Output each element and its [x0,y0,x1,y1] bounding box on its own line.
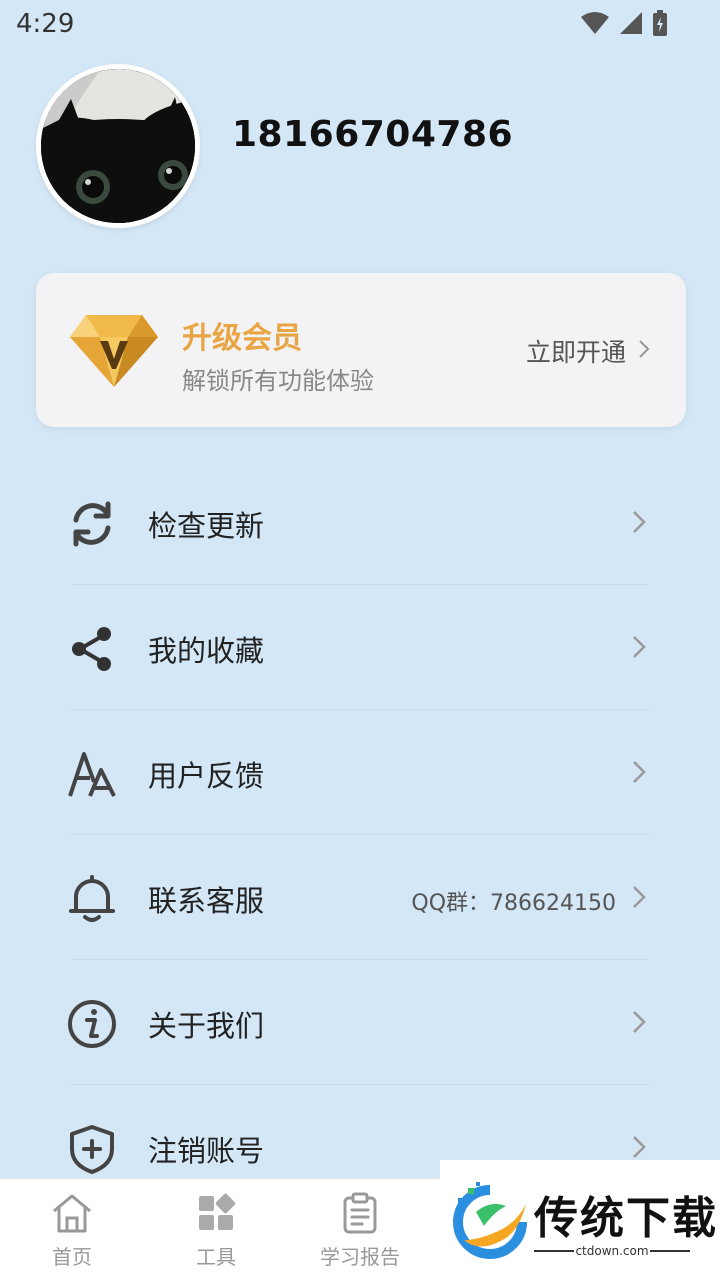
menu-item-favorites[interactable]: 我的收藏 [0,585,720,710]
nav-label: 首页 [52,1245,92,1269]
grid-icon [199,1193,236,1230]
status-icons [580,10,668,36]
menu-item-customer-service[interactable]: 联系客服 QQ群：786624150 [0,835,720,960]
nav-home[interactable]: 首页 [12,1191,132,1270]
vip-activate-button[interactable]: 立即开通 [526,333,626,369]
menu-item-about-us[interactable]: 关于我们 [0,960,720,1085]
vip-title: 升级会员 [182,321,302,356]
refresh-icon [73,501,111,547]
menu-item-feedback[interactable]: 用户反馈 [0,710,720,835]
menu-label: 我的收藏 [148,634,265,668]
menu-item-check-update[interactable]: 检查更新 [0,460,720,585]
vip-subtitle: 解锁所有功能体验 [182,367,374,395]
share-icon [72,627,111,671]
settings-menu: 检查更新 我的收藏 用户反馈 联系客服 QQ群：786624150 关于我们 注… [0,460,720,1210]
chevron-right-icon [633,1136,646,1158]
nav-tools[interactable]: 工具 [156,1191,276,1270]
chevron-right-icon [639,340,650,358]
username: 18166704786 [232,114,514,155]
qq-group-number: QQ群：786624150 [411,891,616,916]
chevron-right-icon [633,1011,646,1033]
profile-header: 18166704786 [0,62,720,232]
clipboard-icon [343,1192,377,1234]
menu-label: 关于我们 [148,1009,265,1043]
watermark-title: 传统下载 [534,1193,718,1244]
menu-label: 用户反馈 [148,759,265,793]
chevron-right-icon [633,886,646,908]
menu-label: 检查更新 [148,509,265,543]
battery-icon [653,10,667,36]
menu-label: 联系客服 [148,884,265,918]
bell-icon [69,875,115,922]
font-icon [68,752,116,797]
chevron-right-icon [633,636,646,658]
ctdown-logo-icon [453,1182,527,1259]
chevron-right-icon [633,511,646,533]
nav-label: 学习报告 [320,1245,400,1269]
wifi-icon [581,12,609,34]
status-time: 4:29 [16,9,75,39]
info-icon [68,1000,116,1048]
vip-upgrade-card[interactable]: 升级会员 解锁所有功能体验 立即开通 [36,273,686,427]
nav-study-report[interactable]: 学习报告 [300,1191,420,1270]
vip-diamond-icon [70,315,158,387]
home-icon [53,1194,91,1233]
divider [650,1250,690,1252]
watermark-logo: 传统下载 ctdown.com [440,1160,720,1280]
signal-icon [620,12,642,34]
status-bar: 4:29 [0,0,720,48]
chevron-right-icon [633,761,646,783]
shield-plus-icon [70,1125,114,1174]
nav-label: 工具 [196,1245,236,1269]
avatar[interactable] [36,64,200,228]
menu-label: 注销账号 [148,1134,265,1168]
